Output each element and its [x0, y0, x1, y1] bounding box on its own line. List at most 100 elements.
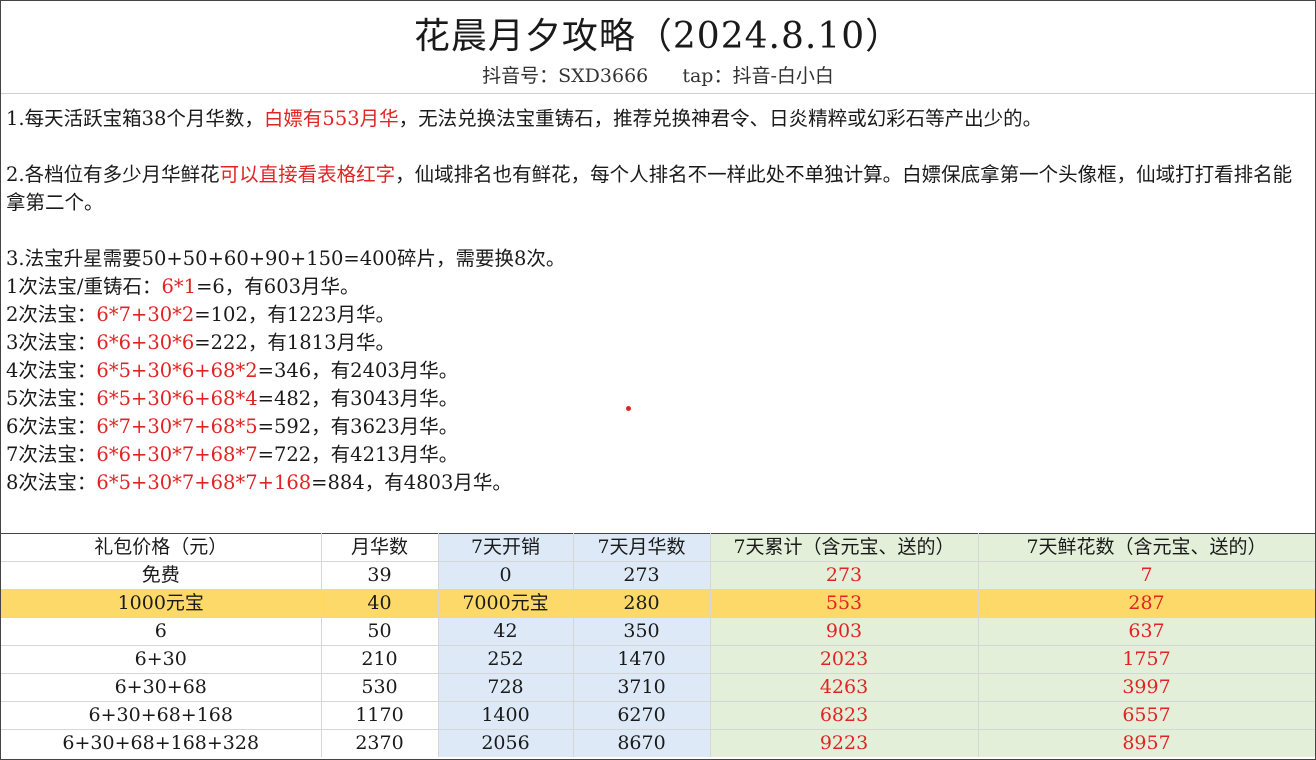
upgrade-text: =6，有603月华。 — [196, 275, 360, 298]
note-2-highlight: 可以直接看表格红字 — [219, 163, 396, 186]
title-row: 花晨月夕攻略（2024.8.10） 抖音号：SXD3666 tap：抖音-白小白 — [1, 1, 1315, 94]
upgrade-lines: 1次法宝/重铸石：6*1=6，有603月华。 2次法宝：6*7+30*2=102，… — [6, 273, 1307, 497]
upgrade-formula: 6*5+30*7+68*7+168 — [96, 471, 312, 494]
upgrade-text: 7次法宝： — [6, 443, 97, 466]
note-1: 1.每天活跃宝箱38个月华数，白嫖有553月华，无法兑换法宝重铸石，推荐兑换神君… — [6, 105, 1307, 133]
table-cell: 553 — [710, 589, 979, 618]
douyin-id: 抖音号：SXD3666 — [482, 65, 649, 87]
table-cell: 637 — [978, 617, 1315, 646]
upgrade-line: 8次法宝：6*5+30*7+68*7+168=884，有4803月华。 — [6, 469, 1307, 497]
table-body: 免费 39 0 273 273 7 1000元宝 40 7000元宝 280 553 287 6 50 42… — [1, 561, 1315, 757]
table-cell: 2056 — [438, 729, 574, 757]
price-table: 礼包价格（元） 月华数 7天开销 7天月华数 7天累计（含元宝、送的） 7天鲜花… — [1, 533, 1315, 757]
upgrade-formula: 6*7+30*2 — [96, 303, 195, 326]
table-cell: 6+30+68+168+328 — [1, 729, 322, 757]
header-7day-yuehua: 7天月华数 — [573, 533, 711, 562]
upgrade-text: =884，有4803月华。 — [311, 471, 512, 494]
table-cell: 40 — [321, 589, 439, 618]
table-row: 6+30 210 252 1470 2023 1757 — [1, 645, 1315, 674]
table-cell: 1470 — [573, 645, 711, 674]
upgrade-text: =102，有1223月华。 — [194, 303, 395, 326]
tap-id: tap：抖音-白小白 — [682, 65, 834, 87]
note-2: 2.各档位有多少月华鲜花可以直接看表格红字，仙域排名也有鲜花，每个人排名不一样此… — [6, 161, 1307, 217]
table-cell: 280 — [573, 589, 711, 618]
upgrade-text: 5次法宝： — [6, 387, 97, 410]
table-row: 免费 39 0 273 273 7 — [1, 561, 1315, 590]
table-cell: 2023 — [710, 645, 979, 674]
table-cell: 903 — [710, 617, 979, 646]
table-cell: 530 — [321, 673, 439, 702]
table-cell: 6557 — [978, 701, 1315, 730]
upgrade-text: =482，有3043月华。 — [257, 387, 459, 410]
table-cell: 210 — [321, 645, 439, 674]
upgrade-line: 6次法宝：6*7+30*7+68*5=592，有3623月华。 — [6, 413, 1307, 441]
upgrade-line: 5次法宝：6*5+30*6+68*4=482，有3043月华。 — [6, 385, 1307, 413]
table-cell: 39 — [321, 561, 439, 590]
table-cell: 1757 — [978, 645, 1315, 674]
note-3: 3.法宝升星需要50+50+60+90+150=400碎片，需要换8次。 — [6, 247, 566, 270]
upgrade-formula: 6*7+30*7+68*5 — [96, 415, 258, 438]
upgrade-text: 2次法宝： — [6, 303, 97, 326]
table-cell: 6+30+68 — [1, 673, 322, 702]
table-cell: 0 — [438, 561, 574, 590]
table-cell: 7 — [978, 561, 1315, 590]
table-cell: 7000元宝 — [438, 589, 574, 618]
table-row: 6+30+68+168 1170 1400 6270 6823 6557 — [1, 701, 1315, 730]
upgrade-text: 4次法宝： — [6, 359, 97, 382]
red-dot — [626, 406, 631, 411]
header-7day-cost: 7天开销 — [438, 533, 574, 562]
upgrade-text: =592，有3623月华。 — [257, 415, 459, 438]
upgrade-text: 3次法宝： — [6, 331, 97, 354]
table-cell: 287 — [978, 589, 1315, 618]
notes: 1.每天活跃宝箱38个月华数，白嫖有553月华，无法兑换法宝重铸石，推荐兑换神君… — [6, 105, 1307, 497]
upgrade-text: 1次法宝/重铸石： — [6, 275, 162, 298]
upgrade-text: =222，有1813月华。 — [194, 331, 395, 354]
upgrade-formula: 6*6+30*6 — [96, 331, 195, 354]
note-1-text-end: ，无法兑换法宝重铸石，推荐兑换神君令、日炎精粹或幻彩石等产出少的。 — [398, 107, 1043, 130]
table-cell: 6+30+68+168 — [1, 701, 322, 730]
table-cell: 6 — [1, 617, 322, 646]
table-cell: 273 — [573, 561, 711, 590]
page-title: 花晨月夕攻略（2024.8.10） — [413, 16, 903, 57]
table-cell: 50 — [321, 617, 439, 646]
header-7day-total: 7天累计（含元宝、送的） — [710, 533, 979, 562]
upgrade-formula: 6*5+30*6+68*2 — [96, 359, 258, 382]
upgrade-text: =722，有4213月华。 — [257, 443, 459, 466]
table-cell: 273 — [710, 561, 979, 590]
table-cell: 8670 — [573, 729, 711, 757]
table-cell: 2370 — [321, 729, 439, 757]
upgrade-line: 4次法宝：6*5+30*6+68*2=346，有2403月华。 — [6, 357, 1307, 385]
table-cell: 6+30 — [1, 645, 322, 674]
upgrade-text: =346，有2403月华。 — [257, 359, 459, 382]
upgrade-formula: 6*6+30*7+68*7 — [96, 443, 258, 466]
table-cell: 4263 — [710, 673, 979, 702]
upgrade-line: 1次法宝/重铸石：6*1=6，有603月华。 — [6, 273, 1307, 301]
table-row: 1000元宝 40 7000元宝 280 553 287 — [1, 589, 1315, 618]
table-cell: 1400 — [438, 701, 574, 730]
subtitle: 抖音号：SXD3666 tap：抖音-白小白 — [1, 64, 1315, 88]
table-cell: 1170 — [321, 701, 439, 730]
table-cell: 252 — [438, 645, 574, 674]
table-row: 6 50 42 350 903 637 — [1, 617, 1315, 646]
table-row: 6+30+68 530 728 3710 4263 3997 — [1, 673, 1315, 702]
header-price: 礼包价格（元） — [1, 533, 322, 562]
table-cell: 728 — [438, 673, 574, 702]
table-cell: 6270 — [573, 701, 711, 730]
spreadsheet: 花晨月夕攻略（2024.8.10） 抖音号：SXD3666 tap：抖音-白小白… — [0, 0, 1316, 760]
table-cell: 9223 — [710, 729, 979, 757]
table-cell: 350 — [573, 617, 711, 646]
upgrade-text: 6次法宝： — [6, 415, 97, 438]
upgrade-text: 8次法宝： — [6, 471, 97, 494]
upgrade-line: 3次法宝：6*6+30*6=222，有1813月华。 — [6, 329, 1307, 357]
table-cell: 1000元宝 — [1, 589, 322, 618]
table-cell: 3997 — [978, 673, 1315, 702]
table-cell: 8957 — [978, 729, 1315, 757]
upgrade-line: 7次法宝：6*6+30*7+68*7=722，有4213月华。 — [6, 441, 1307, 469]
table-cell: 免费 — [1, 561, 322, 590]
note-1-text: 1.每天活跃宝箱38个月华数， — [6, 107, 264, 130]
header-yuehua: 月华数 — [321, 533, 439, 562]
upgrade-formula: 6*5+30*6+68*4 — [96, 387, 258, 410]
upgrade-formula: 6*1 — [161, 275, 197, 298]
table-cell: 42 — [438, 617, 574, 646]
note-1-highlight: 白嫖有553月华 — [263, 107, 399, 130]
